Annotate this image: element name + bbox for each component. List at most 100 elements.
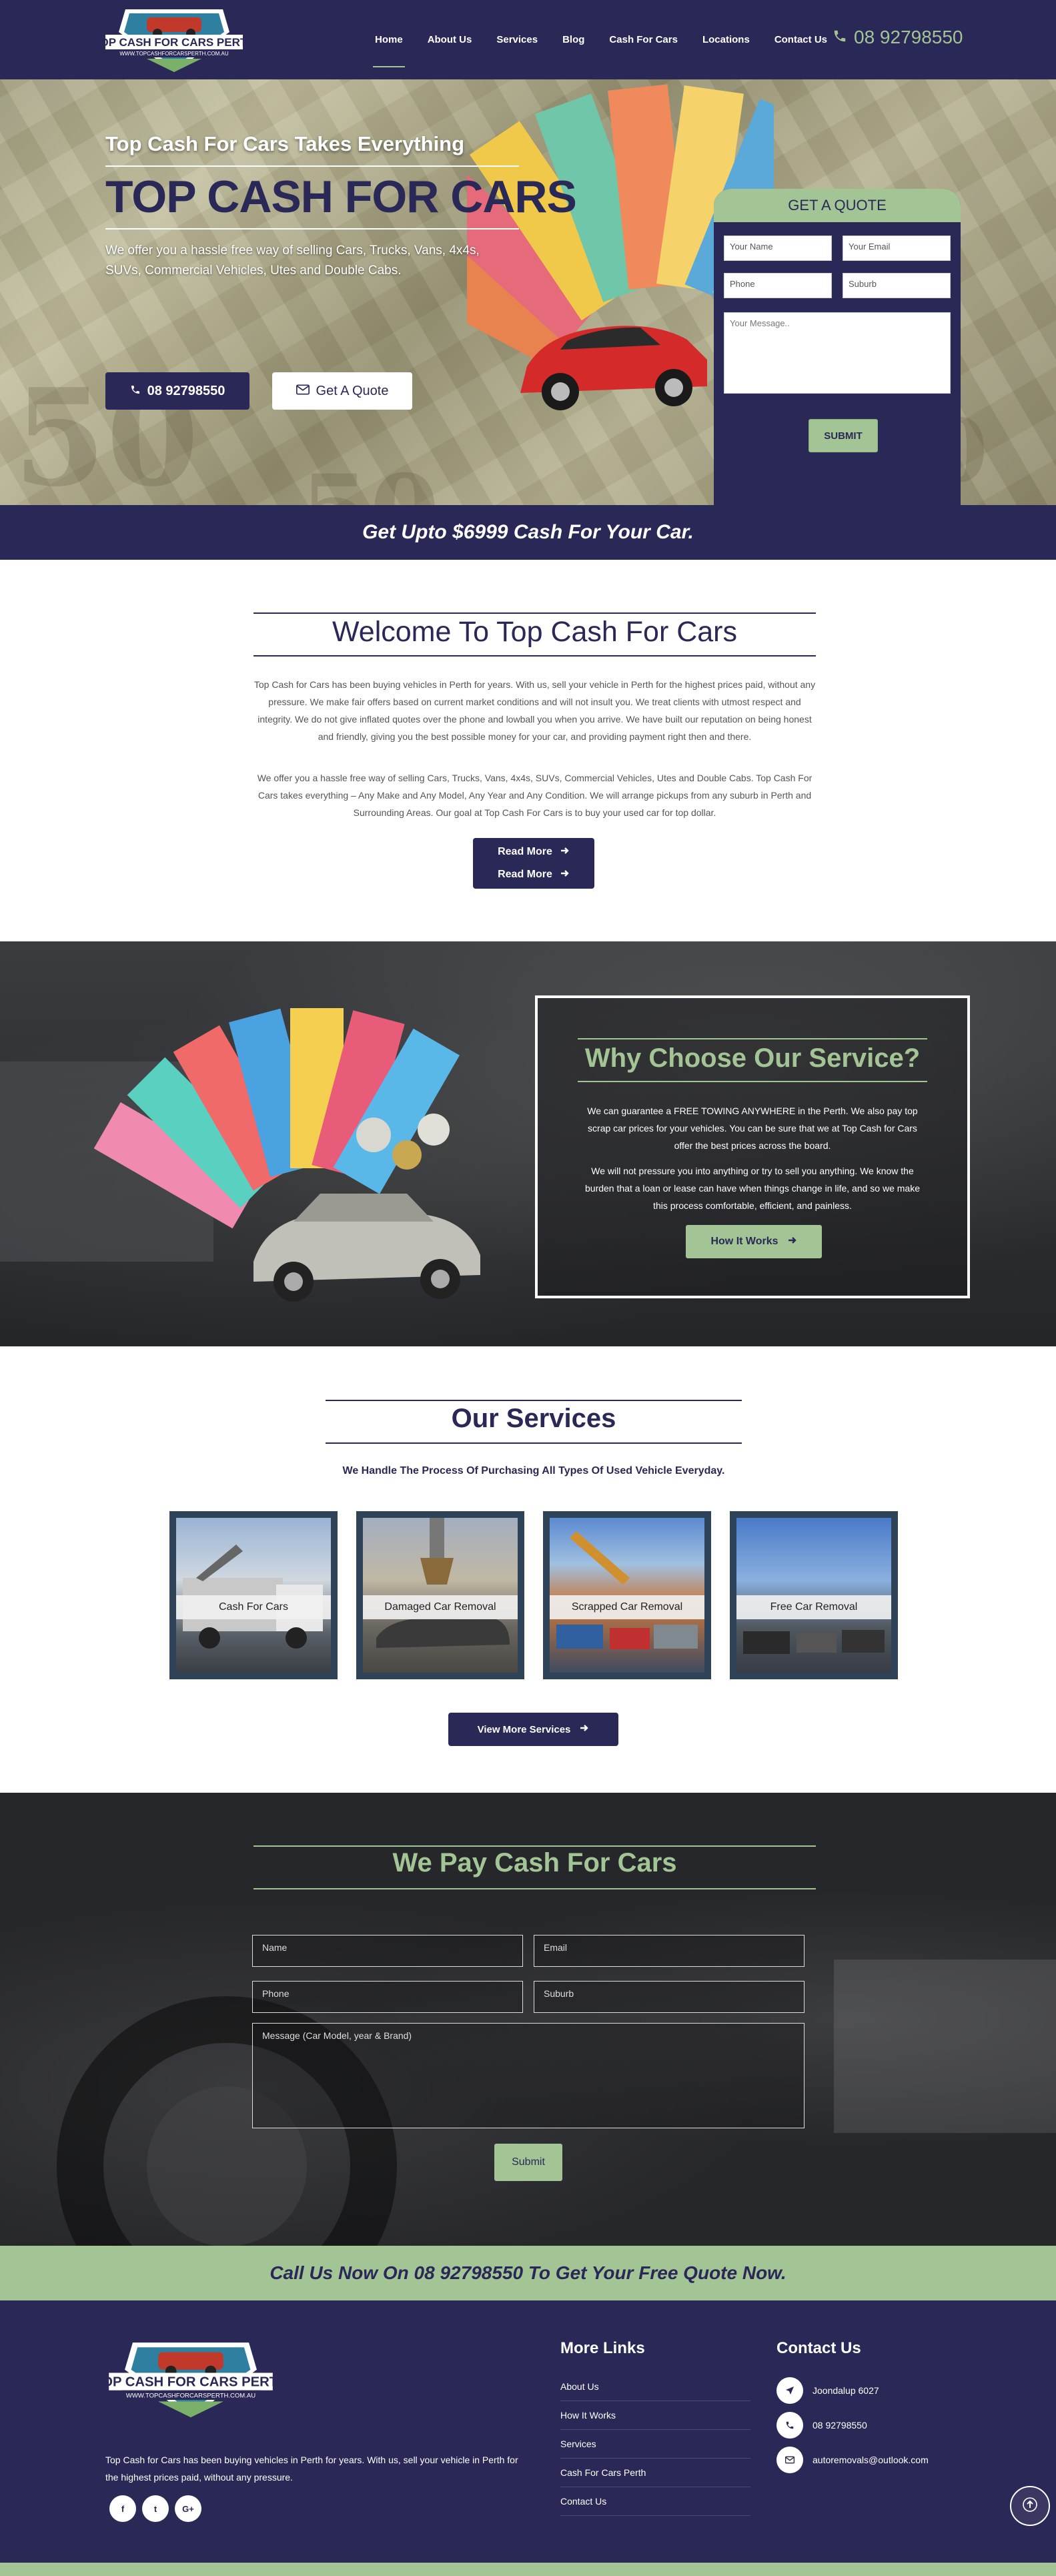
hero-divider xyxy=(105,228,519,230)
hero-title: TOP CASH FOR CARS xyxy=(105,171,577,222)
facebook-icon[interactable]: f xyxy=(109,2495,136,2522)
pay-name-input[interactable]: Name xyxy=(252,1935,523,1967)
service-card-label: Damaged Car Removal xyxy=(363,1595,518,1619)
how-it-works-button[interactable]: How It Works xyxy=(686,1225,822,1258)
scroll-to-top-button[interactable] xyxy=(1010,2486,1050,2526)
more-links-heading: More Links xyxy=(560,2339,645,2357)
why-divider-bottom xyxy=(578,1081,927,1082)
site-footer: TOP CASH FOR CARS PERTH WWW.TOPCASHFORCA… xyxy=(0,2300,1056,2563)
site-logo[interactable]: TOP CASH FOR CARS PERTH WWW.TOPCASHFORCA… xyxy=(93,5,255,75)
call-strip: Call Us Now On 08 92798550 To Get Your F… xyxy=(0,2246,1056,2300)
google-plus-icon[interactable]: G+ xyxy=(175,2495,201,2522)
contact-email-text: autoremovals@outlook.com xyxy=(813,2455,929,2465)
how-it-works-label: How It Works xyxy=(710,1236,778,1247)
pay-message-input[interactable]: Message (Car Model, year & Brand) xyxy=(252,2023,805,2128)
arrow-right-icon xyxy=(788,1236,797,1248)
nav-about-us[interactable]: About Us xyxy=(428,0,472,79)
main-menu: Home About Us Services Blog Cash For Car… xyxy=(373,0,852,79)
footer-logo-text: TOP CASH FOR CARS PERTH xyxy=(105,2375,276,2390)
hero-quote-button[interactable]: Get A Quote xyxy=(272,372,412,410)
footer-logo-url: WWW.TOPCASHFORCARSPERTH.COM.AU xyxy=(126,2392,255,2399)
footer-logo[interactable]: TOP CASH FOR CARS PERTH WWW.TOPCASHFORCA… xyxy=(94,2338,288,2421)
arrow-right-icon xyxy=(560,869,570,881)
banknote-pattern: 50 xyxy=(300,453,440,505)
arrow-right-icon xyxy=(560,846,570,859)
footer-link-how-it-works[interactable]: How It Works xyxy=(560,2401,750,2430)
service-card-cash-for-cars[interactable]: Cash For Cars xyxy=(169,1511,338,1679)
quote-email-input[interactable]: Your Email xyxy=(843,236,951,261)
pay-email-input[interactable]: Email xyxy=(534,1935,805,1967)
contact-email[interactable]: autoremovals@outlook.com xyxy=(776,2447,929,2473)
quote-phone-input[interactable]: Phone xyxy=(724,273,832,298)
nav-phone-number: 08 92798550 xyxy=(854,27,963,47)
quote-suburb-input[interactable]: Suburb xyxy=(843,273,951,298)
pay-submit-button[interactable]: Submit xyxy=(494,2144,562,2181)
read-more-label: Read More xyxy=(498,869,552,880)
services-subtitle: We Handle The Process Of Purchasing All … xyxy=(342,1465,725,1476)
footer-about-text: Top Cash for Cars has been buying vehicl… xyxy=(105,2455,518,2483)
service-card-label: Cash For Cars xyxy=(176,1595,331,1619)
nav-cash-for-cars[interactable]: Cash For Cars xyxy=(609,0,678,79)
quote-name-input[interactable]: Your Name xyxy=(724,236,832,261)
why-paragraph-2: We will not pressure you into anything o… xyxy=(585,1166,920,1211)
why-paragraph-1: We can guarantee a FREE TOWING ANYWHERE … xyxy=(587,1106,918,1151)
footer-bottom-bar xyxy=(0,2563,1056,2576)
twitter-icon[interactable]: t xyxy=(142,2495,169,2522)
contact-phone[interactable]: 08 92798550 xyxy=(776,2412,867,2439)
contact-address: Joondalup 6027 xyxy=(776,2377,879,2404)
promo-strip: Get Upto $6999 Cash For Your Car. xyxy=(0,505,1056,560)
envelope-icon xyxy=(776,2447,803,2473)
pay-divider-bottom xyxy=(253,1888,816,1889)
why-title: Why Choose Our Service? xyxy=(584,1043,921,1073)
hero-call-button[interactable]: 08 92798550 xyxy=(105,372,249,410)
footer-link-cash-for-cars-perth[interactable]: Cash For Cars Perth xyxy=(560,2459,750,2487)
footer-link-services[interactable]: Services xyxy=(560,2430,750,2459)
phone-icon xyxy=(833,27,847,48)
quote-message-input[interactable]: Your Message.. xyxy=(724,312,951,394)
contact-phone-text: 08 92798550 xyxy=(813,2420,867,2431)
nav-locations[interactable]: Locations xyxy=(702,0,750,79)
logo-url: WWW.TOPCASHFORCARSPERTH.COM.AU xyxy=(119,51,228,57)
money-car-image xyxy=(0,1008,480,1302)
arrow-up-icon xyxy=(1023,2497,1037,2515)
service-card-damaged-car-removal[interactable]: Damaged Car Removal xyxy=(356,1511,524,1679)
view-more-services-button[interactable]: View More Services xyxy=(448,1713,618,1746)
welcome-divider-top xyxy=(253,612,816,614)
quote-submit-button[interactable]: SUBMIT xyxy=(809,419,878,452)
nav-contact-us[interactable]: Contact Us xyxy=(774,0,827,79)
nav-home[interactable]: Home xyxy=(373,0,405,79)
phone-icon xyxy=(130,384,141,399)
view-more-services-label: View More Services xyxy=(477,1723,571,1735)
services-divider-top xyxy=(326,1400,742,1401)
service-card-free-car-removal[interactable]: Free Car Removal xyxy=(730,1511,898,1679)
service-card-scrapped-car-removal[interactable]: Scrapped Car Removal xyxy=(543,1511,711,1679)
contact-heading: Contact Us xyxy=(776,2339,861,2357)
read-more-button[interactable]: Read More xyxy=(473,861,594,889)
read-more-label: Read More xyxy=(498,846,552,857)
hero-divider xyxy=(105,165,519,167)
why-divider-top xyxy=(578,1038,927,1039)
envelope-icon xyxy=(296,384,310,399)
why-choose-box: Why Choose Our Service? We can guarantee… xyxy=(535,995,970,1298)
hero-subtitle: Top Cash For Cars Takes Everything xyxy=(105,132,465,155)
nav-services[interactable]: Services xyxy=(496,0,538,79)
welcome-title: Welcome To Top Cash For Cars xyxy=(332,616,738,648)
top-navbar: TOP CASH FOR CARS PERTH WWW.TOPCASHFORCA… xyxy=(0,0,1056,79)
pay-phone-input[interactable]: Phone xyxy=(252,1981,523,2013)
welcome-paragraph-1: Top Cash for Cars has been buying vehicl… xyxy=(253,679,816,742)
phone-icon xyxy=(776,2412,803,2439)
footer-link-about-us[interactable]: About Us xyxy=(560,2373,750,2401)
service-card-label: Free Car Removal xyxy=(736,1595,891,1619)
arrow-right-icon xyxy=(580,1723,589,1735)
pay-suburb-input[interactable]: Suburb xyxy=(534,1981,805,2013)
nav-blog[interactable]: Blog xyxy=(562,0,584,79)
nav-phone-link[interactable]: 08 92798550 xyxy=(833,27,963,48)
quote-form-heading: GET A QUOTE xyxy=(714,189,961,222)
footer-link-contact-us[interactable]: Contact Us xyxy=(560,2487,750,2516)
welcome-divider-bottom xyxy=(253,655,816,657)
logo-text: TOP CASH FOR CARS PERTH xyxy=(105,36,243,49)
pay-title: We Pay Cash For Cars xyxy=(392,1848,677,1877)
services-title: Our Services xyxy=(451,1404,616,1433)
contact-address-text: Joondalup 6027 xyxy=(813,2385,879,2396)
quote-form: GET A QUOTE Your Name Your Email Phone S… xyxy=(714,189,961,546)
